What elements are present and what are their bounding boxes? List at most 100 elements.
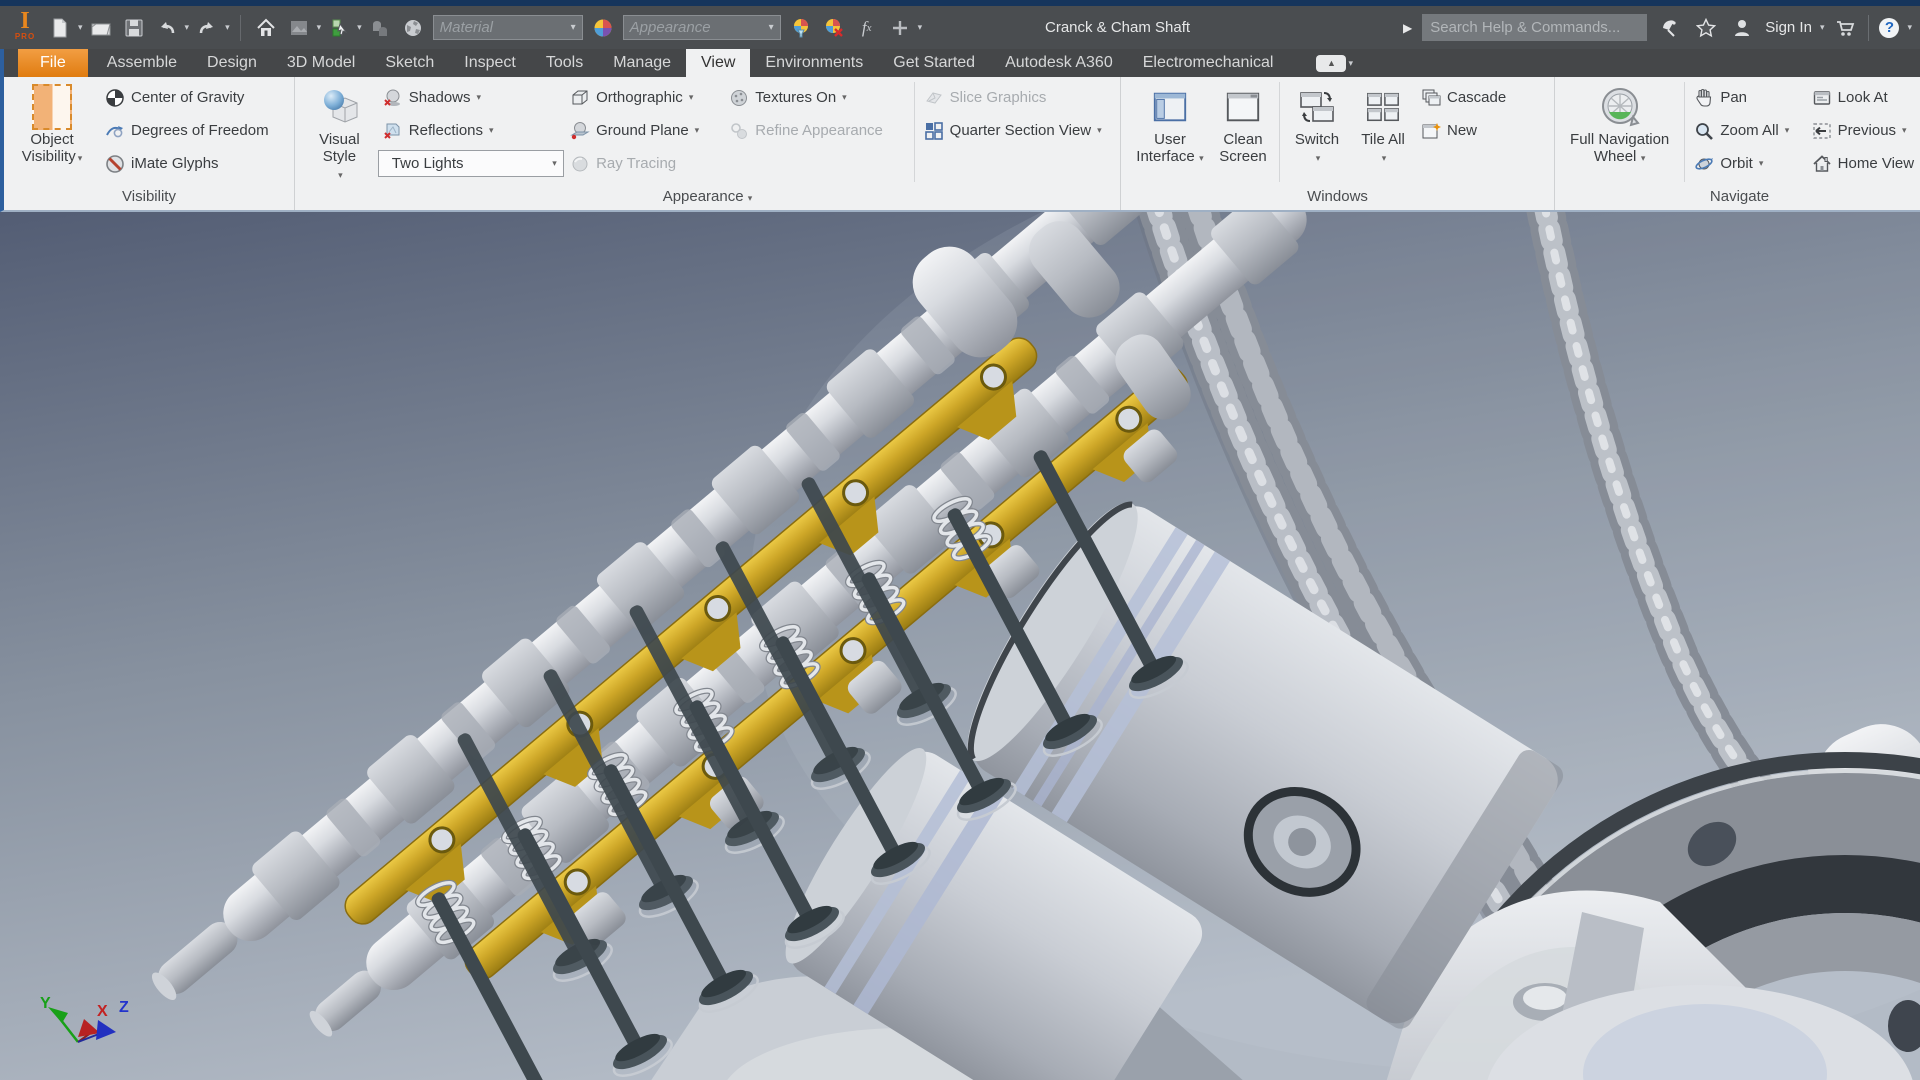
redo-icon[interactable] [194, 15, 220, 41]
switch-button[interactable]: Switch ▾ [1284, 77, 1350, 166]
add-to-qat-icon[interactable] [887, 15, 913, 41]
tab-environments[interactable]: Environments [750, 49, 878, 77]
center-of-gravity-icon [105, 88, 125, 108]
slice-graphics-button[interactable]: Slice Graphics [919, 81, 1120, 114]
panel-appearance: Visual Style ▾ Shadows ▾ Reflections ▾ T… [294, 77, 1120, 210]
search-expand-arrow[interactable]: ▶ [1403, 21, 1412, 35]
undo-icon[interactable] [154, 15, 180, 41]
orbit-button[interactable]: Orbit ▾ [1689, 147, 1806, 180]
ribbon-display-options-arrow[interactable]: ▾ [1348, 58, 1353, 69]
adjust-appearance-icon[interactable] [788, 15, 814, 41]
panel-label-visibility: Visibility [122, 188, 176, 205]
zoom-all-button[interactable]: Zoom All ▾ [1689, 114, 1806, 147]
tile-all-button[interactable]: Tile All ▾ [1350, 77, 1416, 166]
viewport-scene[interactable]: Y X Z [0, 112, 1920, 1080]
render-gallery-arrow[interactable]: ▾ [317, 22, 322, 33]
switch-windows-icon [1297, 82, 1337, 132]
tab-autodesk-a360[interactable]: Autodesk A360 [990, 49, 1128, 77]
refine-appearance-button[interactable]: Refine Appearance [724, 114, 909, 147]
qat-customize-arrow[interactable]: ▾ [918, 22, 923, 33]
open-folder-icon[interactable] [88, 15, 114, 41]
new-file-arrow[interactable]: ▾ [78, 22, 83, 33]
ray-tracing-button[interactable]: Ray Tracing [565, 147, 724, 180]
visual-style-icon [319, 82, 359, 132]
slice-graphics-icon [924, 88, 944, 108]
user-interface-icon [1151, 82, 1189, 132]
object-visibility-button[interactable]: Object Visibility ▾ [4, 77, 100, 166]
textures-on-button[interactable]: Textures On ▾ [724, 81, 909, 114]
ground-plane-button[interactable]: Ground Plane ▾ [565, 114, 724, 147]
redo-arrow[interactable]: ▾ [225, 22, 230, 33]
sign-in-arrow[interactable]: ▾ [1820, 22, 1825, 33]
previous-arrow-icon [1812, 121, 1832, 141]
select-tool-arrow[interactable]: ▾ [357, 22, 362, 33]
parameters-fx-icon[interactable]: fx [854, 15, 880, 41]
tab-3d-model[interactable]: 3D Model [272, 49, 370, 77]
select-tool-icon[interactable] [326, 15, 352, 41]
new-window-button[interactable]: New [1416, 114, 1526, 147]
home-icon[interactable] [253, 15, 279, 41]
quarter-section-view-icon [924, 121, 944, 141]
imate-glyphs-icon [105, 154, 125, 174]
full-navigation-wheel-button[interactable]: Full Navigation Wheel ▾ [1559, 77, 1680, 166]
reflections-button[interactable]: Reflections ▾ [378, 114, 565, 147]
help-arrow[interactable]: ▾ [1907, 22, 1912, 33]
user-icon[interactable] [1729, 15, 1755, 41]
orthographic-icon [570, 88, 590, 108]
viewport-3d[interactable]: Y X Z [0, 112, 1920, 1080]
ribbon: Object Visibility ▾ Center of Gravity Deg… [0, 77, 1920, 212]
iproperties-icon[interactable] [367, 15, 393, 41]
ribbon-tab-bar: File Assemble Design 3D Model Sketch Ins… [0, 49, 1920, 77]
clean-screen-button[interactable]: Clean Screen [1211, 77, 1275, 166]
clean-screen-icon [1224, 82, 1262, 132]
tab-tools[interactable]: Tools [531, 49, 598, 77]
tab-sketch[interactable]: Sketch [370, 49, 449, 77]
search-input[interactable] [1422, 14, 1648, 41]
tab-view[interactable]: View [686, 49, 751, 77]
material-combobox[interactable]: Material ▾ [432, 15, 583, 40]
store-cart-icon[interactable] [1832, 15, 1858, 41]
tab-get-started[interactable]: Get Started [878, 49, 990, 77]
clear-appearance-icon[interactable] [821, 15, 847, 41]
favorites-star-icon[interactable] [1693, 15, 1719, 41]
user-interface-button[interactable]: User Interface ▾ [1129, 77, 1211, 166]
new-file-icon[interactable] [47, 15, 73, 41]
previous-view-button[interactable]: Previous ▾ [1807, 114, 1920, 147]
render-gallery-icon[interactable] [286, 15, 312, 41]
tab-design[interactable]: Design [192, 49, 272, 77]
quarter-section-view-button[interactable]: Quarter Section View ▾ [919, 114, 1120, 147]
appearance-wheel-icon[interactable] [590, 15, 616, 41]
panel-label-appearance[interactable]: Appearance ▾ [295, 188, 1120, 210]
pan-button[interactable]: Pan [1689, 81, 1806, 114]
ground-plane-icon [570, 121, 590, 141]
cascade-button[interactable]: Cascade [1416, 81, 1526, 114]
tab-assemble[interactable]: Assemble [92, 49, 192, 77]
cascade-icon [1421, 88, 1441, 108]
inventor-logo[interactable]: I PRO [10, 9, 40, 46]
material-browser-icon[interactable] [400, 15, 426, 41]
full-navigation-wheel-icon [1600, 82, 1640, 132]
lighting-style-combobox[interactable]: Two Lights ▾ [377, 150, 564, 186]
new-window-icon [1421, 121, 1441, 141]
visual-style-button[interactable]: Visual Style ▾ [301, 77, 378, 182]
degrees-of-freedom-button[interactable]: Degrees of Freedom [100, 114, 274, 147]
center-of-gravity-button[interactable]: Center of Gravity [100, 81, 274, 114]
help-icon[interactable]: ? [1879, 17, 1900, 38]
tab-electromechanical[interactable]: Electromechanical [1128, 49, 1289, 77]
home-view-button[interactable]: Home View [1807, 147, 1920, 180]
home-view-icon [1812, 154, 1832, 174]
undo-arrow[interactable]: ▾ [185, 22, 190, 33]
reflections-icon [383, 121, 403, 141]
tab-inspect[interactable]: Inspect [449, 49, 531, 77]
tab-manage[interactable]: Manage [598, 49, 686, 77]
imate-glyphs-button[interactable]: iMate Glyphs [100, 147, 274, 180]
ribbon-collapse-button[interactable]: ▲ [1316, 55, 1347, 72]
orthographic-button[interactable]: Orthographic ▾ [565, 81, 724, 114]
shadows-button[interactable]: Shadows ▾ [378, 81, 565, 114]
communication-center-icon[interactable] [1657, 15, 1683, 41]
tab-file[interactable]: File [18, 49, 88, 77]
appearance-combobox[interactable]: Appearance ▾ [622, 15, 781, 40]
sign-in-button[interactable]: Sign In [1765, 19, 1812, 36]
save-icon[interactable] [121, 15, 147, 41]
look-at-button[interactable]: Look At [1807, 81, 1920, 114]
